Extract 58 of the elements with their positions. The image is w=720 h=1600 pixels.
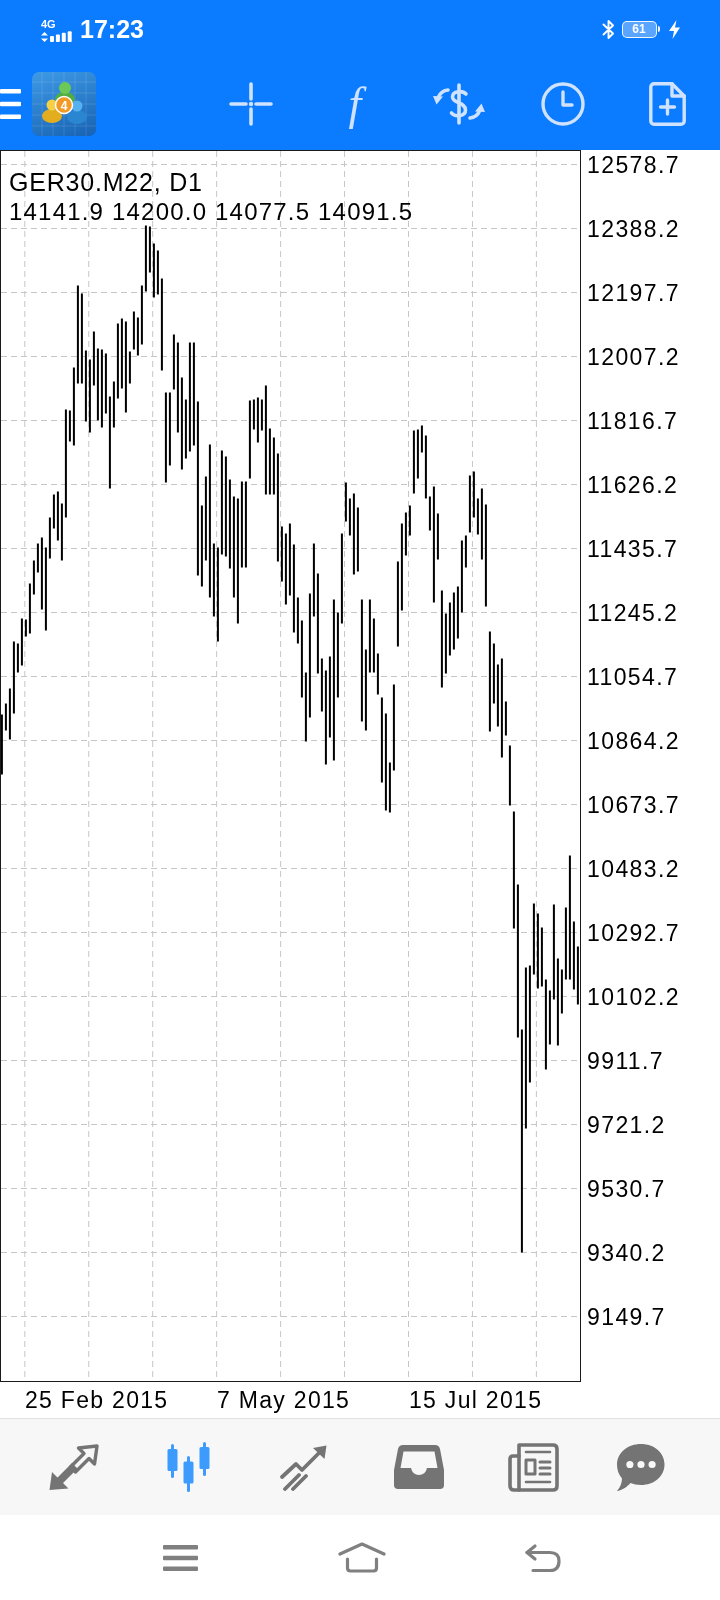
crosshair-icon [229, 82, 273, 126]
clock-icon [541, 82, 585, 126]
home-button[interactable] [337, 1542, 386, 1573]
dollar-arrows-icon [433, 83, 485, 125]
home-icon [337, 1542, 386, 1573]
price-label: 10292.7 [587, 919, 680, 948]
price-label: 10864.2 [587, 727, 680, 756]
price-label: 11054.7 [587, 663, 679, 692]
price-label: 12197.7 [587, 279, 680, 308]
tab-button[interactable] [615, 1442, 665, 1492]
menu-button[interactable] [0, 89, 21, 119]
chat-bubble-icon [615, 1442, 665, 1492]
price-label: 11435.7 [587, 535, 679, 564]
price-label: 11245.2 [587, 599, 679, 628]
date-label: 25 Feb 2015 [25, 1386, 169, 1415]
trend-arrow-icon [279, 1443, 328, 1491]
back-button[interactable] [523, 1542, 562, 1573]
document-plus-icon [648, 82, 686, 126]
price-label: 9911.7 [587, 1047, 665, 1076]
price-label: 10102.2 [587, 983, 680, 1012]
back-icon [523, 1542, 562, 1573]
clock-button[interactable] [541, 82, 585, 126]
price-label: 11816.7 [587, 407, 679, 436]
nav-menu-button[interactable] [163, 1544, 198, 1571]
battery-indicator: 61 [621, 20, 660, 38]
charging-bolt-icon [669, 19, 680, 39]
price-label: 10483.2 [587, 855, 680, 884]
price-label: 9340.2 [587, 1239, 666, 1268]
tab-button[interactable] [279, 1443, 328, 1491]
data-arrows-icon [41, 31, 48, 42]
price-label: 12578.7 [587, 151, 680, 180]
diagonal-arrows-icon [47, 1443, 99, 1491]
date-label: 7 May 2015 [217, 1386, 351, 1415]
bluetooth-icon [601, 18, 615, 40]
date-label: 15 Jul 2015 [409, 1386, 543, 1415]
price-label: 12007.2 [587, 343, 680, 372]
app-logo: 4 [32, 72, 96, 136]
chart-symbol: GER30.M22, D1 [9, 168, 203, 197]
price-label: 10673.7 [587, 791, 680, 820]
new-document-button[interactable] [648, 82, 686, 126]
status-time: 17:23 [80, 14, 144, 44]
inbox-icon [393, 1444, 444, 1490]
dollar-arrows-button[interactable] [433, 83, 485, 125]
signal-icon [50, 30, 72, 42]
ohlc-values: 14141.9 14200.0 14077.5 14091.5 [9, 197, 414, 226]
network-label: 4G [41, 18, 56, 30]
price-label: 12388.2 [587, 215, 680, 244]
price-label: 11626.2 [587, 471, 679, 500]
menu-icon [163, 1544, 198, 1571]
price-label: 9721.2 [587, 1111, 666, 1140]
tab-button[interactable] [393, 1444, 444, 1490]
tab-button[interactable] [508, 1442, 559, 1492]
tab-button[interactable] [47, 1443, 99, 1491]
price-label: 9530.7 [587, 1175, 666, 1204]
price-label: 9149.7 [587, 1303, 666, 1332]
newspaper-icon [508, 1442, 559, 1492]
menu-icon [0, 89, 21, 119]
crosshair-button[interactable] [229, 82, 273, 126]
